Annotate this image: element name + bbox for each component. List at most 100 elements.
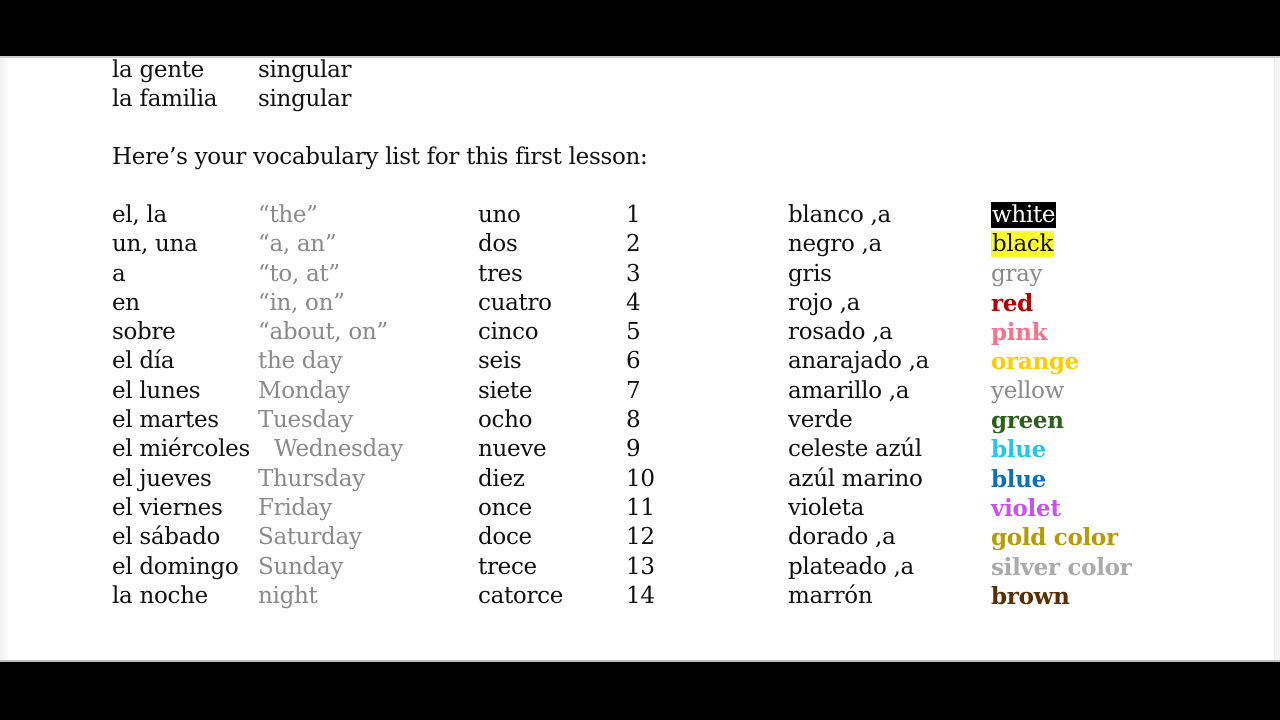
color-word-spanish: marrón	[788, 582, 873, 609]
spanish-word: el domingo	[112, 553, 239, 580]
english-translation-row: “in, on”	[258, 289, 403, 318]
english-translation: “in, on”	[258, 289, 345, 316]
number-word-row: tres	[478, 260, 563, 289]
color-word-spanish: verde	[788, 407, 853, 434]
number-digit-row: 9	[626, 435, 655, 464]
english-translation-row: Friday	[258, 494, 403, 523]
english-translation: the day	[258, 348, 343, 375]
color-word-spanish: rojo ,a	[788, 289, 861, 316]
english-translation: Monday	[258, 377, 350, 404]
english-translation: “the”	[258, 202, 318, 228]
number-digit: 7	[626, 377, 641, 404]
letterbox-bottom-edge	[0, 660, 1280, 662]
number-digit-row: 4	[626, 289, 655, 318]
number-digit-row: 12	[626, 523, 655, 552]
vocab-colors-spanish: blanco ,a negro ,a gris rojo ,a rosado ,a ana…	[788, 201, 929, 611]
english-translation-row: Sunday	[258, 553, 403, 582]
number-digit: 6	[626, 348, 641, 375]
number-digit-row: 7	[626, 377, 655, 406]
english-translation: Tuesday	[258, 407, 353, 434]
spanish-word: el lunes	[112, 377, 201, 404]
color-word-english-row: orange	[991, 347, 1132, 376]
color-word-spanish: blanco ,a	[788, 202, 891, 228]
intro-notes: singular singular	[258, 56, 351, 115]
color-word-spanish-row: negro ,a	[788, 230, 929, 259]
intro-word: la familia	[112, 86, 218, 113]
color-word-spanish: negro ,a	[788, 231, 882, 258]
number-word-row: ocho	[478, 406, 563, 435]
number-word-row: siete	[478, 377, 563, 406]
number-digit: 5	[626, 319, 641, 346]
color-word-spanish-row: gris	[788, 260, 929, 289]
color-word-english: yellow	[991, 377, 1065, 404]
color-word-spanish: azúl marino	[788, 465, 923, 492]
number-word: once	[478, 494, 532, 521]
color-word-english-row: black	[991, 230, 1132, 259]
color-word-spanish-row: amarillo ,a	[788, 377, 929, 406]
color-word-english-row: yellow	[991, 377, 1132, 406]
number-word: diez	[478, 465, 525, 492]
intro-word: la gente	[112, 57, 204, 83]
english-translation-row: “about, on”	[258, 318, 403, 347]
spanish-word-row: la noche	[112, 582, 250, 611]
number-word: catorce	[478, 582, 564, 609]
spanish-word-row: el lunes	[112, 377, 250, 406]
spanish-word-row: en	[112, 289, 250, 318]
number-digit: 12	[626, 524, 655, 551]
number-digit-row: 6	[626, 347, 655, 376]
english-translation-row: Thursday	[258, 465, 403, 494]
color-word-spanish-row: anarajado ,a	[788, 347, 929, 376]
color-word-english-row: green	[991, 406, 1132, 435]
color-word-spanish-row: rosado ,a	[788, 318, 929, 347]
number-word: doce	[478, 524, 532, 551]
spanish-word-row: el sábado	[112, 523, 250, 552]
number-digit-row: 8	[626, 406, 655, 435]
spanish-word-row: a	[112, 260, 250, 289]
english-translation-row: Monday	[258, 377, 403, 406]
number-digit: 9	[626, 436, 641, 463]
page-right-scrollbar[interactable]	[1274, 58, 1280, 660]
english-translation-row: Wednesday	[258, 435, 403, 464]
english-translation: Saturday	[258, 524, 362, 551]
color-word-english: green	[991, 407, 1064, 435]
color-word-spanish: plateado ,a	[788, 553, 914, 580]
number-digit: 14	[626, 582, 655, 609]
english-translation-row: “the”	[258, 201, 403, 230]
number-digit-row: 5	[626, 318, 655, 347]
color-word-english-row: white	[991, 201, 1132, 230]
vocab-col1-english: “the” “a, an” “to, at” “in, on” “about, on” t…	[258, 201, 403, 611]
spanish-word-row: el día	[112, 347, 250, 376]
color-word-english: blue	[991, 465, 1046, 493]
spanish-word: el sábado	[112, 524, 221, 551]
vocab-numbers-spanish: uno dos tres cuatro cinco seis siete ocho nueve d…	[478, 201, 563, 611]
color-word-spanish: dorado ,a	[788, 524, 896, 551]
english-translation-row: night	[258, 582, 403, 611]
color-word-spanish: celeste azúl	[788, 436, 922, 463]
color-word-english: red	[991, 289, 1033, 317]
intro-note: singular	[258, 57, 352, 83]
number-digit-row: 2	[626, 230, 655, 259]
spanish-word-row: el viernes	[112, 494, 250, 523]
color-word-spanish-row: rojo ,a	[788, 289, 929, 318]
color-word-english: black	[991, 231, 1055, 258]
number-word: seis	[478, 348, 522, 375]
number-word-row: dos	[478, 230, 563, 259]
number-digit: 13	[626, 553, 655, 580]
color-word-english: gray	[991, 260, 1043, 287]
number-word: ocho	[478, 407, 533, 434]
number-word: trece	[478, 553, 537, 580]
number-word-row: cuatro	[478, 289, 563, 318]
number-digit: 4	[626, 289, 641, 316]
english-translation: night	[258, 582, 318, 609]
number-word: siete	[478, 377, 533, 404]
color-word-english-row: pink	[991, 318, 1132, 347]
english-translation: Wednesday	[274, 436, 404, 463]
number-word-row: doce	[478, 523, 563, 552]
spanish-word-row: el jueves	[112, 465, 250, 494]
color-word-english-row: brown	[991, 582, 1132, 611]
color-word-spanish-row: verde	[788, 406, 929, 435]
english-translation: Friday	[258, 494, 332, 521]
spanish-word: el miércoles	[112, 436, 250, 463]
color-word-spanish: violeta	[788, 494, 865, 521]
color-word-english: violet	[991, 494, 1061, 522]
